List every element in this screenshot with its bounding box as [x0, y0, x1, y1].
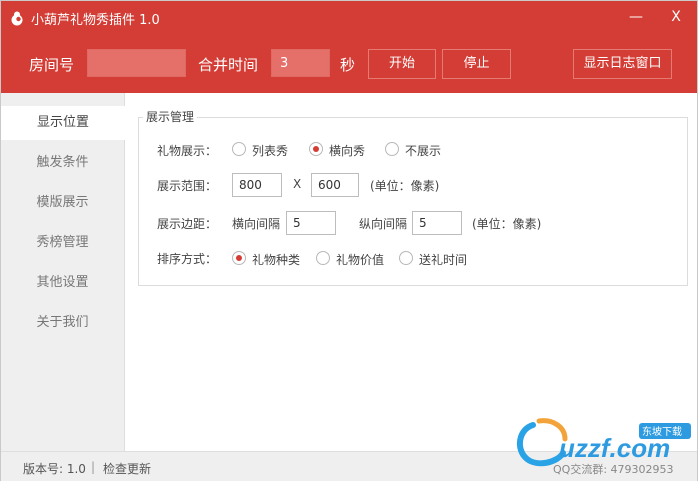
status-separator: |	[91, 460, 96, 474]
merge-time-input[interactable]	[271, 49, 330, 77]
sort-method-label: 排序方式：	[157, 252, 218, 266]
radio-label: 送礼时间	[419, 253, 468, 267]
range-x-separator: X	[293, 177, 302, 191]
radio-horizontal-show[interactable]: 横向秀	[309, 141, 379, 159]
settings-panel: 展示管理 礼物展示： 列表秀 横向秀 不展示 展示范围： X (单位：像素) 展…	[125, 93, 697, 451]
radio-no-show[interactable]: 不展示	[385, 141, 455, 159]
horizontal-gap-label: 横向间隔	[232, 217, 281, 231]
show-log-window-button[interactable]: 显示日志窗口	[573, 49, 672, 79]
radio-sort-gift-value[interactable]: 礼物价值	[316, 250, 394, 268]
window-title: 小葫芦礼物秀插件 1.0	[31, 13, 160, 28]
group-title: 展示管理	[143, 108, 198, 125]
range-unit-label: (单位：像素)	[370, 179, 440, 193]
title-bar[interactable]: 小葫芦礼物秀插件 1.0 — X	[1, 1, 697, 35]
watermark-qq: QQ交流群: 479302953	[553, 462, 674, 476]
check-update-link[interactable]: 检查更新	[103, 460, 151, 477]
sidebar-item-trigger-conditions[interactable]: 触发条件	[1, 146, 124, 180]
sidebar-item-display-position[interactable]: 显示位置	[1, 106, 125, 140]
version-label: 版本号: 1.0	[23, 462, 86, 476]
gift-display-label: 礼物展示：	[157, 144, 218, 158]
radio-list-show[interactable]: 列表秀	[232, 141, 302, 159]
radio-label: 横向秀	[329, 144, 366, 158]
radio-sort-gift-type[interactable]: 礼物种类	[232, 250, 310, 268]
range-width-input[interactable]	[232, 173, 282, 197]
horizontal-gap-input[interactable]	[286, 211, 336, 235]
room-label: 房间号	[29, 56, 75, 74]
gourd-logo-icon	[11, 11, 23, 26]
minimize-button[interactable]: —	[623, 5, 649, 29]
start-button[interactable]: 开始	[368, 49, 436, 79]
sidebar-item-other-settings[interactable]: 其他设置	[1, 266, 124, 300]
radio-label: 礼物价值	[336, 253, 385, 267]
radio-circle	[316, 251, 330, 265]
sidebar-item-about-us[interactable]: 关于我们	[1, 306, 124, 340]
radio-circle	[385, 142, 399, 156]
radio-label: 礼物种类	[252, 253, 301, 267]
vertical-gap-label: 纵向间隔	[359, 217, 408, 231]
radio-circle	[399, 251, 413, 265]
stop-button[interactable]: 停止	[442, 49, 511, 79]
sidebar: 显示位置 触发条件 模版展示 秀榜管理 其他设置 关于我们	[1, 93, 125, 451]
radio-sort-gift-time[interactable]: 送礼时间	[399, 250, 477, 268]
range-height-input[interactable]	[311, 173, 359, 197]
room-input[interactable]	[87, 49, 186, 77]
seconds-label: 秒	[340, 56, 356, 74]
margin-unit-label: (单位：像素)	[472, 217, 542, 231]
display-margin-label: 展示边距：	[157, 217, 218, 231]
app-window: 小葫芦礼物秀插件 1.0 — X 房间号 合并时间 秒 开始 停止 显示日志窗口…	[0, 0, 698, 481]
radio-circle	[309, 142, 323, 156]
toolbar: 房间号 合并时间 秒 开始 停止 显示日志窗口	[1, 35, 697, 93]
watermark-badge: 东坡下载	[642, 425, 682, 438]
uzzf-watermark-logo: uzzf.com 东坡下载 QQ交流群: 479302953	[516, 418, 691, 476]
sidebar-item-template-display[interactable]: 模版展示	[1, 186, 124, 220]
vertical-gap-input[interactable]	[412, 211, 462, 235]
radio-circle	[232, 251, 246, 265]
radio-label: 列表秀	[252, 144, 289, 158]
radio-circle	[232, 142, 246, 156]
close-button[interactable]: X	[663, 5, 689, 29]
radio-label: 不展示	[405, 144, 442, 158]
display-range-label: 展示范围：	[157, 179, 218, 193]
merge-time-label: 合并时间	[198, 56, 259, 74]
sidebar-item-ranking-management[interactable]: 秀榜管理	[1, 226, 124, 260]
